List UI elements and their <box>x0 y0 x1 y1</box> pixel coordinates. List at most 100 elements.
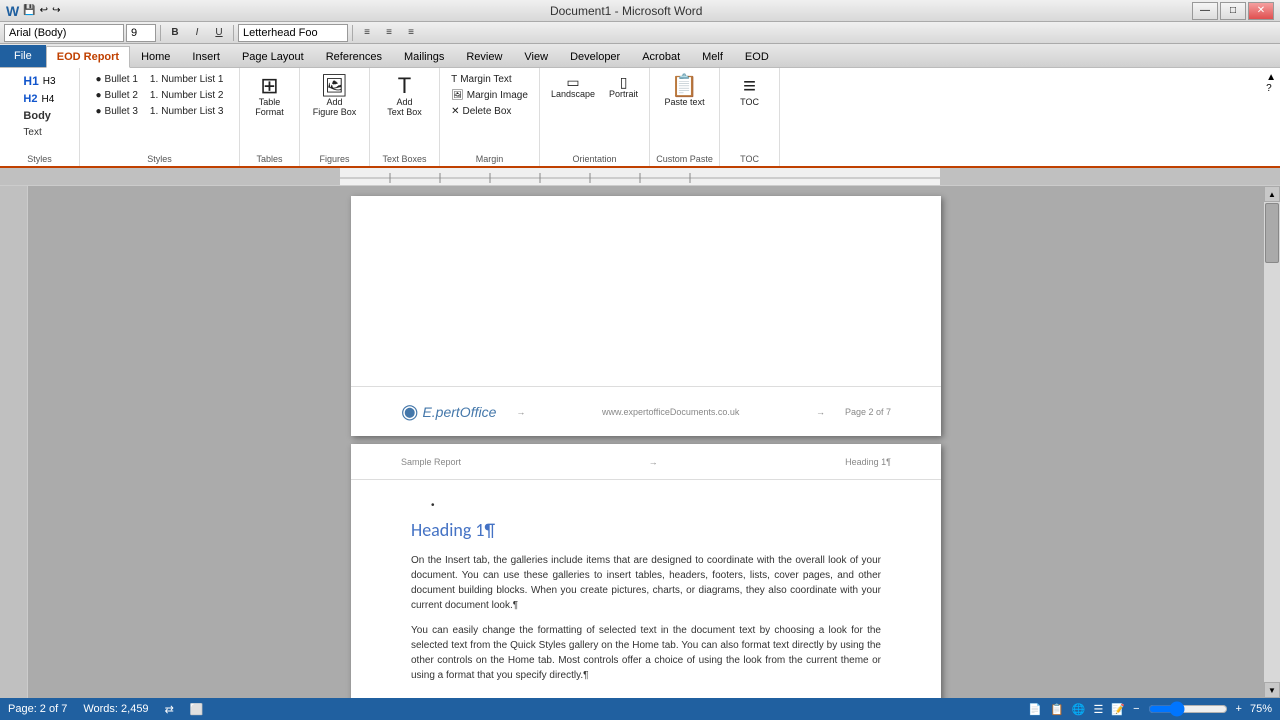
page-2-body[interactable]: • Heading 1¶ On the Insert tab, the gall… <box>351 480 941 698</box>
vertical-ruler-grey <box>0 186 28 698</box>
margin-image-icon: 🖼 <box>451 90 464 101</box>
logo-icon: ◉ <box>401 399 418 424</box>
tab-page-layout[interactable]: Page Layout <box>231 45 315 67</box>
view-normal-icon[interactable]: 📄 <box>1028 703 1042 716</box>
close-button[interactable]: ✕ <box>1248 2 1274 20</box>
bullet-3-button[interactable]: ● Bullet 3 <box>91 104 143 119</box>
num-icon: 1. <box>150 74 158 85</box>
maximize-button[interactable]: □ <box>1220 2 1246 20</box>
zoom-level: 75% <box>1250 703 1272 715</box>
table-button[interactable]: ⊞ Table Format <box>250 72 289 120</box>
margin-col: T Margin Text 🖼 Margin Image ✕ Delete Bo… <box>446 72 533 119</box>
align-center-icon[interactable]: ≡ <box>379 24 399 42</box>
tab-eod[interactable]: EOD <box>734 45 780 67</box>
textboxes-label: Text Boxes <box>382 154 426 164</box>
document-canvas[interactable]: ◉ E.pertOffice → www.expertofficeDocumen… <box>28 186 1264 698</box>
align-right-icon[interactable]: ≡ <box>401 24 421 42</box>
tab-file[interactable]: File <box>0 45 46 67</box>
view-web-icon[interactable]: 🌐 <box>1072 703 1086 716</box>
view-outline-icon[interactable]: ☰ <box>1094 703 1104 716</box>
margin-label: Margin <box>476 154 504 164</box>
paste-label: Paste text <box>665 97 705 107</box>
view-layout-icon[interactable]: 📋 <box>1050 703 1064 716</box>
header-center: → <box>649 457 658 467</box>
font-size-selector[interactable] <box>126 24 156 42</box>
styles-content: H1 H3 H2 H4 Body Text <box>19 72 59 152</box>
textboxes-content: T Add Text Box <box>382 72 427 152</box>
ribbon-group-tables: ⊞ Table Format Tables <box>240 68 300 166</box>
help-button[interactable]: ? <box>1266 83 1276 94</box>
figure-box-label: Figure Box <box>313 107 357 117</box>
paste-button[interactable]: 📋 Paste text <box>660 72 710 110</box>
number-2-button[interactable]: 1. Number List 2 <box>145 88 229 103</box>
portrait-button[interactable]: ▯ Portrait <box>604 72 643 102</box>
heading-1-text[interactable]: Heading 1¶ <box>411 519 881 541</box>
tab-acrobat[interactable]: Acrobat <box>631 45 691 67</box>
lists-content: ● Bullet 1 ● Bullet 2 ● Bullet 3 1. Numb… <box>91 72 229 152</box>
style-body[interactable]: Body <box>19 108 59 124</box>
landscape-button[interactable]: ▭ Landscape <box>546 72 600 102</box>
delete-box-button[interactable]: ✕ Delete Box <box>446 104 533 119</box>
zoom-slider[interactable] <box>1148 704 1228 714</box>
align-left-icon[interactable]: ≡ <box>357 24 377 42</box>
quick-undo-btn[interactable]: ↩ <box>40 5 48 16</box>
number-1-button[interactable]: 1. Number List 1 <box>145 72 229 87</box>
bullet-1-label: Bullet 1 <box>105 74 138 85</box>
vertical-ruler <box>0 186 28 698</box>
zoom-in-button[interactable]: + <box>1236 703 1242 715</box>
scroll-down-button[interactable]: ▼ <box>1264 682 1280 698</box>
add-textbox-button[interactable]: T Add Text Box <box>382 72 427 120</box>
minimize-button[interactable]: — <box>1192 2 1218 20</box>
bold-button[interactable]: B <box>165 24 185 42</box>
table-label: Table <box>259 97 281 107</box>
bullet-1-button[interactable]: ● Bullet 1 <box>91 72 143 87</box>
zoom-out-button[interactable]: − <box>1133 703 1139 715</box>
style-h1[interactable]: H1 H3 <box>19 72 59 90</box>
tab-developer[interactable]: Developer <box>559 45 631 67</box>
text-box-label: Text Box <box>387 107 422 117</box>
view-draft-icon[interactable]: 📝 <box>1111 703 1125 716</box>
portrait-label: Portrait <box>609 89 638 99</box>
font-selector[interactable] <box>4 24 124 42</box>
scroll-thumb[interactable] <box>1265 203 1279 263</box>
scroll-track[interactable] <box>1264 202 1280 682</box>
italic-button[interactable]: I <box>187 24 207 42</box>
track-changes-icon[interactable]: ⇄ <box>165 703 174 716</box>
ribbon-tab-bar: File EOD Report Home Insert Page Layout … <box>0 44 1280 68</box>
margin-text-button[interactable]: T Margin Text <box>446 72 533 87</box>
numbers-col: 1. Number List 1 1. Number List 2 1. Num… <box>145 72 229 119</box>
tab-home[interactable]: Home <box>130 45 181 67</box>
ribbon-group-textboxes: T Add Text Box Text Boxes <box>370 68 440 166</box>
style-text[interactable]: Text <box>19 125 59 140</box>
number-3-button[interactable]: 1. Number List 3 <box>145 104 229 119</box>
tab-insert[interactable]: Insert <box>181 45 231 67</box>
scroll-up-button[interactable]: ▲ <box>1264 186 1280 202</box>
bullet-2-button[interactable]: ● Bullet 2 <box>91 88 143 103</box>
style-h2[interactable]: H2 H4 <box>19 91 59 107</box>
add-figure-button[interactable]: 🖼 Add Figure Box <box>308 72 362 120</box>
ribbon-group-paste: 📋 Paste text Custom Paste <box>650 68 720 166</box>
tab-view[interactable]: View <box>513 45 559 67</box>
body-paragraph-2[interactable]: You can easily change the formatting of … <box>411 623 881 683</box>
page-1-footer: ◉ E.pertOffice → www.expertofficeDocumen… <box>351 386 941 436</box>
tab-melf[interactable]: Melf <box>691 45 734 67</box>
tab-review[interactable]: Review <box>455 45 513 67</box>
bullet3-icon: ● <box>96 106 102 117</box>
number-3-label: Number List 3 <box>161 106 223 117</box>
tab-eod-report[interactable]: EOD Report <box>46 46 130 68</box>
figures-content: 🖼 Add Figure Box <box>308 72 362 152</box>
quick-access-toolbar: B I U ≡ ≡ ≡ <box>0 22 1280 44</box>
macro-icon[interactable]: ⬜ <box>190 703 204 716</box>
style-selector[interactable] <box>238 24 348 42</box>
collapse-ribbon-button[interactable]: ▲ <box>1266 72 1276 83</box>
body-paragraph-1[interactable]: On the Insert tab, the galleries include… <box>411 553 881 613</box>
toc-button[interactable]: ≡ TOC <box>732 72 768 110</box>
tables-label: Tables <box>256 154 282 164</box>
bullet2-icon: ● <box>96 90 102 101</box>
tab-references[interactable]: References <box>315 45 393 67</box>
quick-redo-btn[interactable]: ↪ <box>52 5 60 16</box>
tab-mailings[interactable]: Mailings <box>393 45 455 67</box>
quick-save-btn[interactable]: 💾 <box>23 5 35 16</box>
margin-image-button[interactable]: 🖼 Margin Image <box>446 88 533 103</box>
underline-button[interactable]: U <box>209 24 229 42</box>
